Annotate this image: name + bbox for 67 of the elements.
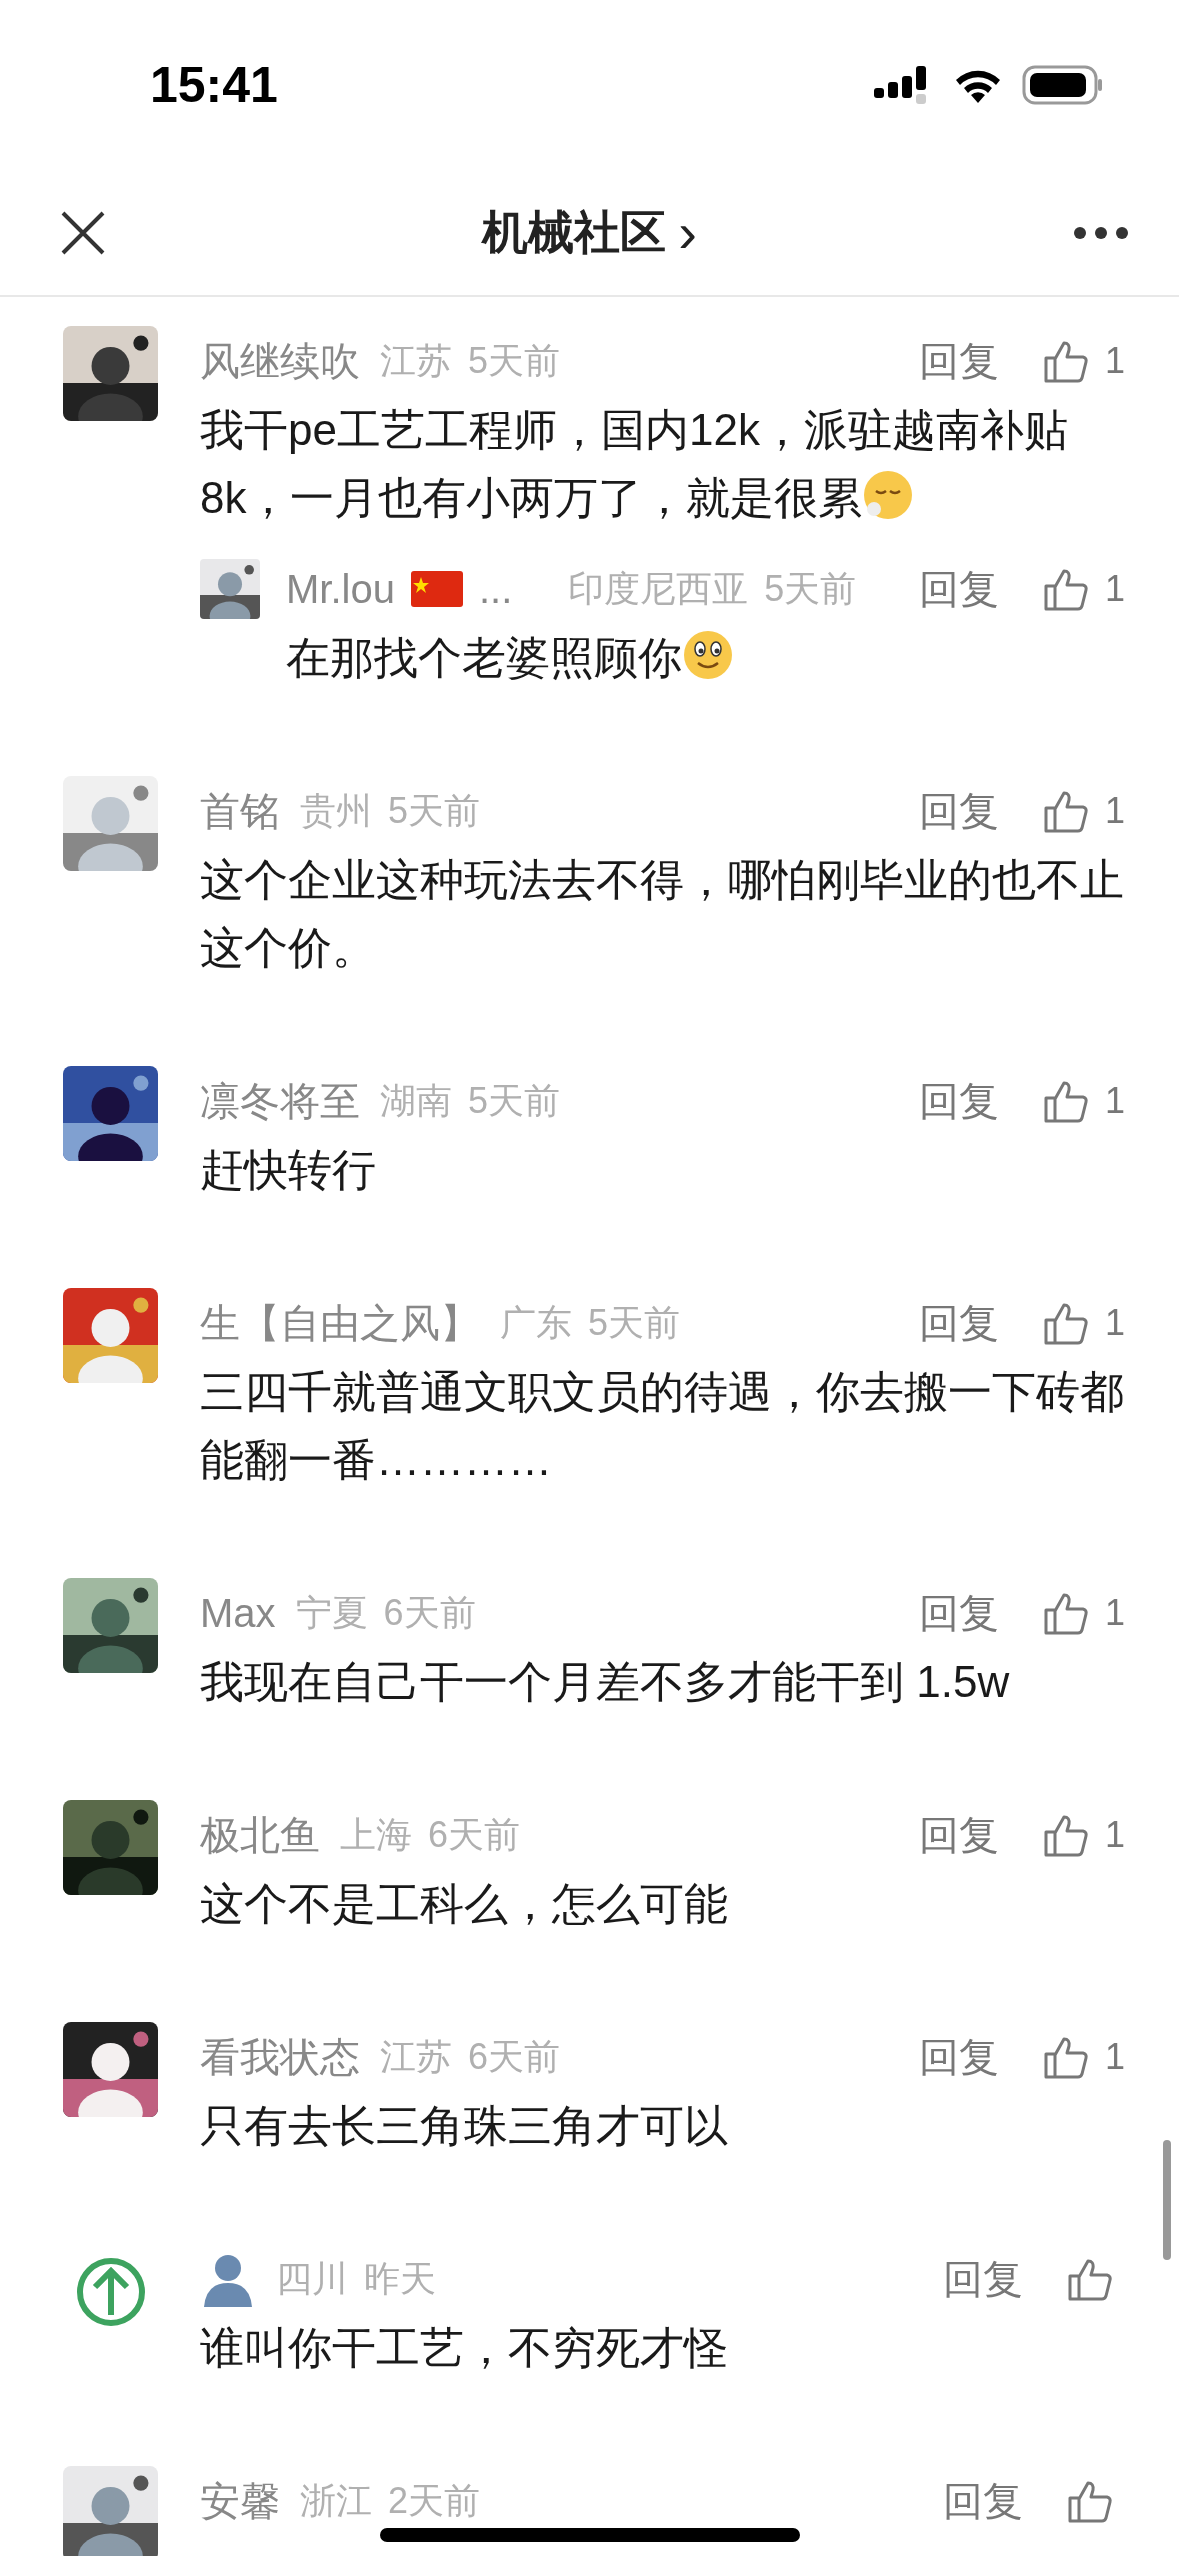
time-label: 5天前 xyxy=(468,1078,561,1123)
like-count: 1 xyxy=(1105,568,1127,610)
clock: 15:41 xyxy=(150,56,278,114)
comment-text: 这个企业这种玩法去不得，哪怕刚毕业的也不止这个价。 xyxy=(200,854,1125,974)
comment-text: 赶快转行 xyxy=(200,1144,377,1196)
comment-text: 谁叫你干工艺，不穷死才怪 xyxy=(200,2322,729,2374)
user-name[interactable]: 极北鱼 xyxy=(200,1807,320,1863)
time-label: 6天前 xyxy=(383,1590,476,1635)
comment-text: 这个不是工科么，怎么可能 xyxy=(200,1878,729,1930)
region-label: 广东 xyxy=(500,1300,572,1345)
region-label: 四川 xyxy=(276,2256,348,2301)
region-label: 湖南 xyxy=(380,1078,452,1123)
reply-button[interactable]: 回复 xyxy=(919,333,999,389)
up-arrow-circle-icon xyxy=(75,2256,146,2327)
user-name[interactable]: 凛冬将至 xyxy=(200,1073,360,1129)
user-name[interactable]: 看我状态 xyxy=(200,2029,360,2085)
region-label: 印度尼西亚 xyxy=(568,566,749,611)
time-label: 5天前 xyxy=(468,338,561,383)
region-label: 江苏 xyxy=(380,338,452,383)
like-count: 1 xyxy=(1105,1080,1127,1122)
page-title[interactable]: 机械社区 xyxy=(482,201,667,264)
chevron-text[interactable]: › xyxy=(678,204,697,261)
comment-text: 我干pe工艺工程师，国内12k，派驻越南补贴8k，一月也有小两万了，就是很累 xyxy=(200,404,1069,524)
reply-button[interactable]: 回复 xyxy=(919,1585,999,1641)
scrollbar[interactable] xyxy=(1163,2140,1171,2260)
user-name[interactable]: 安馨 xyxy=(200,2473,280,2529)
time-label: 6天前 xyxy=(428,1812,521,1857)
reply-button[interactable]: 回复 xyxy=(919,2029,999,2085)
like-count: 1 xyxy=(1105,1302,1127,1344)
region-label: 贵州 xyxy=(300,788,372,833)
like-count: 1 xyxy=(1105,1814,1127,1856)
smiley-icon xyxy=(682,629,734,681)
reply-button[interactable]: 回复 xyxy=(919,1807,999,1863)
comment-text: 只有去长三角珠三角才可以 xyxy=(200,2100,729,2152)
user-name[interactable]: Max xyxy=(200,1590,276,1636)
region-label: 宁夏 xyxy=(295,1590,368,1635)
comment-text: 三四千就普通文职文员的待遇，你去搬一下砖都能翻一番………… xyxy=(200,1366,1125,1486)
reply-button[interactable]: 回复 xyxy=(943,2473,1023,2529)
time-label: 6天前 xyxy=(468,2034,561,2079)
region-label: 浙江 xyxy=(300,2478,372,2523)
like-count: 1 xyxy=(1105,1592,1127,1634)
reply-button[interactable]: 回复 xyxy=(919,561,999,617)
close-icon[interactable] xyxy=(60,209,106,256)
like-count: 1 xyxy=(1105,340,1127,382)
like-count: 1 xyxy=(1105,2036,1127,2078)
comment-text: 在那找个老婆照顾你 xyxy=(286,624,1129,692)
sighing-face-icon xyxy=(862,469,915,521)
time-label: 5天前 xyxy=(588,1300,681,1345)
time-label: 5天前 xyxy=(388,788,481,833)
reply-button[interactable]: 回复 xyxy=(943,2251,1023,2307)
reply-button[interactable]: 回复 xyxy=(919,1073,999,1129)
user-name[interactable]: 风继续吹 xyxy=(200,333,360,389)
comment-text: 我现在自己干一个月差不多才能干到 1.5w xyxy=(200,1656,1011,1708)
more-icon[interactable] xyxy=(1073,225,1129,240)
time-label: 昨天 xyxy=(364,2256,436,2301)
user-name[interactable]: 生【自由之风】 xyxy=(200,1295,480,1351)
battery-icon xyxy=(1022,65,1104,105)
user-name[interactable]: 首铭 xyxy=(200,783,280,839)
time-label: 5天前 xyxy=(764,566,857,611)
name-ellipsis: ... xyxy=(478,566,513,612)
time-label: 2天前 xyxy=(388,2478,481,2523)
user-name[interactable]: Mr.lou xyxy=(286,566,395,612)
region-label: 江苏 xyxy=(380,2034,452,2079)
like-count: 1 xyxy=(1105,790,1127,832)
region-label: 上海 xyxy=(340,1812,412,1857)
reply-button[interactable]: 回复 xyxy=(919,1295,999,1351)
reply-button[interactable]: 回复 xyxy=(919,783,999,839)
